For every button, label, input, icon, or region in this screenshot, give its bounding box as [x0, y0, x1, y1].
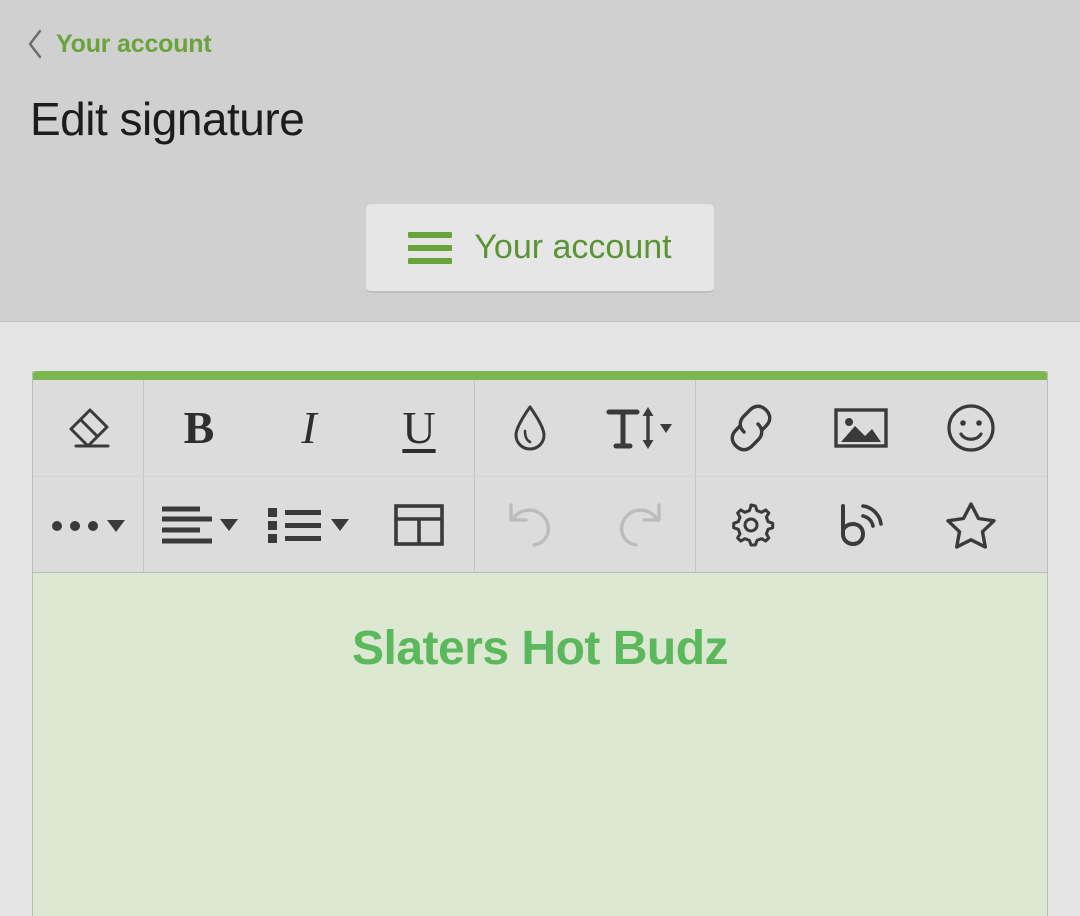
editor-toolbar: B I U: [33, 380, 1047, 572]
your-account-button-label: Your account: [474, 228, 672, 266]
font-size-icon[interactable]: [585, 380, 695, 476]
page-title: Edit signature: [30, 93, 305, 145]
toolbar-group-paragraph: [143, 477, 474, 572]
signature-content-area[interactable]: Slaters Hot Budz: [33, 572, 1047, 916]
italic-label: I: [301, 402, 317, 453]
toolbar-group-more: [33, 477, 143, 572]
signature-editor: B I U Slaters Hot Budz: [32, 371, 1048, 916]
page-header: Your account Edit signature Your account: [0, 0, 1080, 322]
toolbar-row-2: [33, 476, 1047, 572]
eraser-icon[interactable]: [33, 380, 143, 476]
bullet-list-icon[interactable]: [254, 477, 364, 572]
your-account-button[interactable]: Your account: [365, 203, 715, 293]
back-link-label: Your account: [56, 29, 212, 58]
chevron-left-icon: [26, 28, 44, 60]
bold-icon[interactable]: B: [144, 380, 254, 476]
toolbar-group-clear: [33, 380, 143, 476]
redo-icon[interactable]: [585, 477, 695, 572]
more-options-icon[interactable]: [33, 477, 143, 572]
image-icon[interactable]: [806, 380, 916, 476]
underline-label: U: [402, 402, 436, 453]
italic-icon[interactable]: I: [254, 380, 364, 476]
underline-icon[interactable]: U: [364, 380, 474, 476]
link-icon[interactable]: [696, 380, 806, 476]
toolbar-row-1: B I U: [33, 380, 1047, 476]
toolbar-group-text-style: B I U: [143, 380, 474, 476]
toolbar-group-tools: [695, 477, 1026, 572]
emoji-smiley-icon[interactable]: [916, 380, 1026, 476]
toolbar-group-color-size: [474, 380, 695, 476]
undo-icon[interactable]: [475, 477, 585, 572]
bold-label: B: [183, 402, 215, 453]
back-to-your-account-link[interactable]: Your account: [26, 28, 212, 60]
signature-text: Slaters Hot Budz: [351, 622, 729, 675]
hamburger-menu-icon: [408, 231, 453, 264]
table-icon[interactable]: [364, 477, 474, 572]
text-color-droplet-icon[interactable]: [475, 380, 585, 476]
align-left-icon[interactable]: [144, 477, 254, 572]
toolbar-group-history: [474, 477, 695, 572]
gear-icon[interactable]: [696, 477, 806, 572]
toolbar-group-insert: [695, 380, 1026, 476]
star-icon[interactable]: [916, 477, 1026, 572]
editor-accent-bar: [33, 371, 1047, 380]
blog-signal-icon[interactable]: [806, 477, 916, 572]
